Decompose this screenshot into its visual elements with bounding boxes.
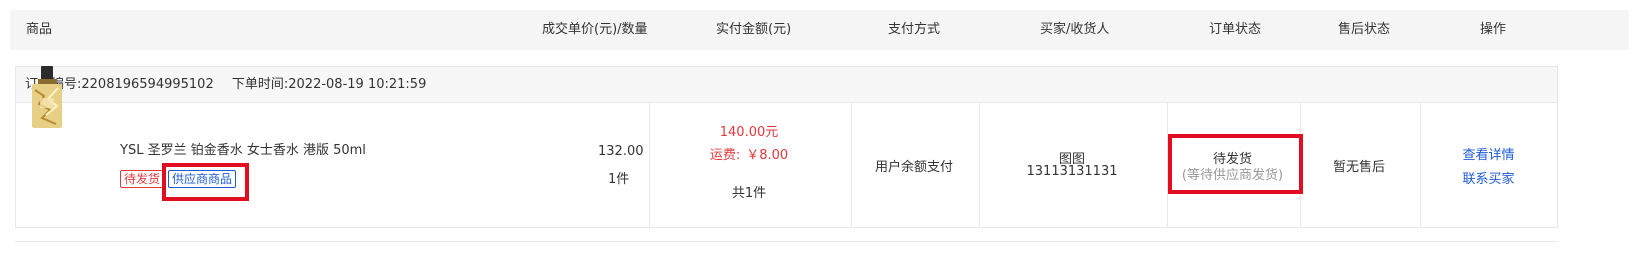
- unit-price: 132.00: [598, 144, 644, 159]
- divider: [15, 241, 1558, 242]
- header-order-status: 订单状态: [1209, 22, 1262, 37]
- header-unit-price-qty: 成交单价(元)/数量: [542, 22, 648, 37]
- header-buyer: 买家/收货人: [1040, 22, 1110, 37]
- tag-pending-shipment: 待发货: [120, 170, 165, 188]
- quantity: 1件: [608, 172, 630, 187]
- product-name[interactable]: YSL 圣罗兰 铂金香水 女士香水 港版 50ml: [120, 139, 366, 158]
- product-thumbnail[interactable]: [30, 66, 64, 130]
- highlight-order-status: [1168, 134, 1303, 194]
- header-payment-method: 支付方式: [888, 22, 941, 37]
- header-product: 商品: [26, 22, 53, 37]
- table-header: 商品 成交单价(元)/数量 实付金额(元) 支付方式 买家/收货人 订单状态 售…: [10, 10, 1629, 50]
- contact-buyer-link[interactable]: 联系买家: [1419, 168, 1558, 187]
- header-amount-paid: 实付金额(元): [716, 22, 792, 37]
- divider: [1420, 103, 1421, 227]
- paid-amount: 140.00元: [719, 125, 779, 140]
- header-after-sale: 售后状态: [1338, 22, 1391, 37]
- payment-method: 用户余额支付: [874, 160, 953, 175]
- header-actions: 操作: [1480, 22, 1507, 37]
- after-sale-status: 暂无售后: [1332, 160, 1385, 175]
- order-info-bar: 订单编号:2208196594995102 下单时间:2022-08-19 10…: [16, 67, 1557, 103]
- shipping-fee: 运费: ￥8.00: [709, 148, 789, 163]
- highlight-supplier-tag: [162, 163, 249, 201]
- total-count: 共1件: [731, 186, 767, 201]
- order-time: 下单时间:2022-08-19 10:21:59: [231, 77, 427, 92]
- buyer-phone: 13113131131: [1026, 164, 1118, 179]
- view-details-link[interactable]: 查看详情: [1419, 144, 1558, 163]
